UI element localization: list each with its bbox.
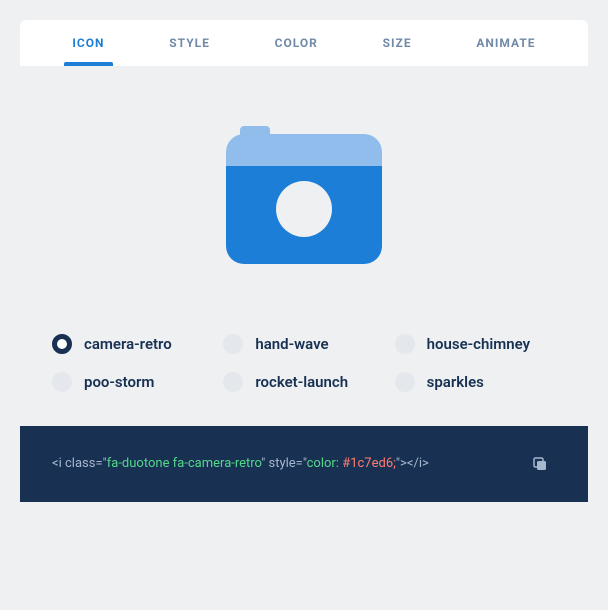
radio-icon <box>223 372 243 392</box>
radio-icon <box>223 334 243 354</box>
icon-preview <box>20 66 588 304</box>
radio-icon <box>395 334 415 354</box>
tab-style[interactable]: STYLE <box>161 20 218 66</box>
option-sparkles[interactable]: sparkles <box>395 372 556 392</box>
tab-animate[interactable]: ANIMATE <box>468 20 543 66</box>
tabs-bar: ICON STYLE COLOR SIZE ANIMATE <box>20 20 588 66</box>
code-text: color: <box>307 456 343 471</box>
code-text: "></i> <box>396 456 429 471</box>
option-label: sparkles <box>427 373 484 391</box>
option-label: rocket-launch <box>255 373 348 391</box>
icon-options: camera-retro hand-wave house-chimney poo… <box>20 304 588 426</box>
code-text: " style=" <box>261 456 306 471</box>
code-snippet: <i class="fa-duotone fa-camera-retro" st… <box>52 453 504 475</box>
radio-icon <box>52 334 72 354</box>
code-text: fa-duotone fa-camera-retro <box>107 456 261 471</box>
option-camera-retro[interactable]: camera-retro <box>52 334 213 354</box>
option-label: hand-wave <box>255 335 328 353</box>
code-text: <i class=" <box>52 456 107 471</box>
copy-icon <box>531 455 549 473</box>
code-text: #1c7ed6; <box>342 456 396 471</box>
tab-icon[interactable]: ICON <box>64 20 112 66</box>
tab-size[interactable]: SIZE <box>375 20 420 66</box>
camera-retro-icon <box>226 126 382 264</box>
option-hand-wave[interactable]: hand-wave <box>223 334 384 354</box>
copy-button[interactable] <box>524 448 556 480</box>
radio-icon <box>52 372 72 392</box>
option-label: poo-storm <box>84 373 154 391</box>
code-snippet-bar: <i class="fa-duotone fa-camera-retro" st… <box>20 426 588 502</box>
option-label: camera-retro <box>84 335 172 353</box>
option-house-chimney[interactable]: house-chimney <box>395 334 556 354</box>
radio-icon <box>395 372 415 392</box>
option-rocket-launch[interactable]: rocket-launch <box>223 372 384 392</box>
tab-color[interactable]: COLOR <box>267 20 326 66</box>
option-label: house-chimney <box>427 335 530 353</box>
option-poo-storm[interactable]: poo-storm <box>52 372 213 392</box>
